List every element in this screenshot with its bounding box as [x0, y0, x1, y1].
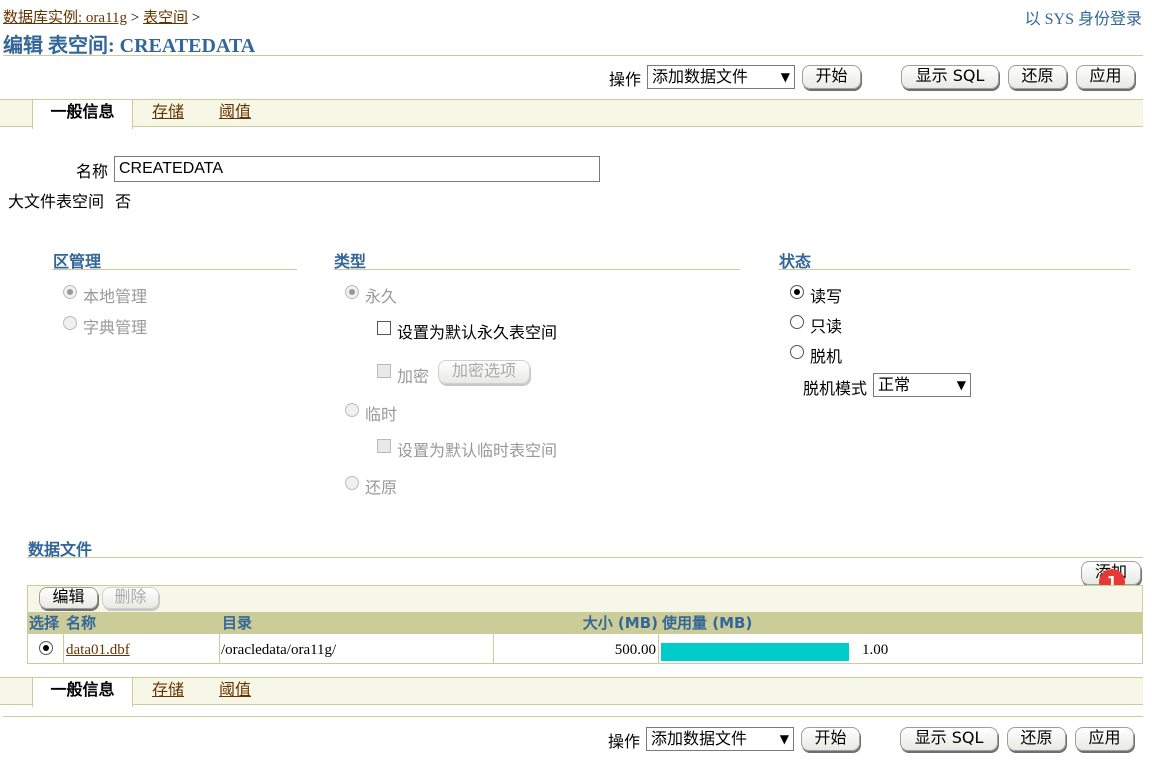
default-permanent-checkbox[interactable]	[377, 321, 391, 335]
go-button[interactable]: 开始	[802, 65, 861, 89]
action-select-value: 添加数据文件	[652, 67, 749, 86]
datafile-name-link[interactable]: data01.dbf	[66, 642, 130, 659]
encrypt-options-button[interactable]: 加密选项	[438, 360, 530, 384]
col-directory-header: 目录	[222, 614, 253, 632]
row-select-radio[interactable]	[39, 641, 53, 655]
datafile-usage: 1.00	[862, 642, 889, 658]
breadcrumb-separator: >	[130, 10, 140, 26]
encrypt-checkbox[interactable]	[377, 364, 391, 378]
login-info: 以 SYS 身份登录	[1024, 11, 1142, 28]
offline-mode-label: 脱机模式	[803, 379, 868, 398]
action-label: 操作	[609, 70, 642, 89]
action-label: 操作	[608, 732, 641, 751]
default-permanent-label: 设置为默认永久表空间	[397, 323, 558, 342]
col-select-header: 选择	[29, 614, 60, 632]
type-temporary-label: 临时	[365, 405, 398, 424]
type-undo-label: 还原	[365, 478, 398, 497]
page-title: 编辑 表空间: CREATEDATA	[3, 35, 256, 57]
type-permanent-radio[interactable]	[345, 285, 359, 299]
extent-dictionary-radio[interactable]	[63, 316, 77, 330]
show-sql-button[interactable]: 显示 SQL	[900, 727, 998, 751]
tab-general[interactable]: 一般信息	[32, 100, 133, 129]
offline-mode-select[interactable]: 正常 ▼	[873, 373, 971, 397]
type-divider	[334, 269, 740, 270]
chevron-down-icon: ▼	[780, 70, 790, 84]
tab-storage[interactable]: 存储	[152, 678, 184, 706]
breadcrumb-tablespaces-link[interactable]: 表空间	[143, 10, 188, 26]
apply-button[interactable]: 应用	[1075, 727, 1134, 751]
breadcrumb-separator: >	[191, 10, 201, 26]
col-usage-header: 使用量 (MB)	[662, 614, 753, 632]
show-sql-button[interactable]: 显示 SQL	[901, 65, 999, 89]
status-divider	[778, 269, 1130, 270]
revert-button[interactable]: 还原	[1007, 727, 1066, 751]
action-select-value: 添加数据文件	[651, 729, 748, 748]
bigfile-value: 否	[115, 192, 132, 211]
offline-mode-value: 正常	[878, 375, 911, 394]
extent-divider	[52, 269, 297, 270]
type-temporary-radio[interactable]	[345, 403, 359, 417]
tab-thresholds[interactable]: 阈值	[219, 100, 251, 128]
breadcrumb: 数据库实例: ora11g > 表空间 >	[3, 6, 200, 27]
action-select[interactable]: 添加数据文件 ▼	[647, 65, 795, 89]
status-read-write-radio[interactable]	[790, 285, 804, 299]
datafile-size: 500.00	[614, 642, 656, 658]
name-label: 名称	[76, 162, 109, 181]
extent-local-label: 本地管理	[83, 287, 148, 306]
name-input[interactable]	[114, 156, 600, 182]
bigfile-label: 大文件表空间	[8, 192, 105, 211]
datafiles-divider	[27, 557, 1143, 558]
delete-datafile-button[interactable]: 删除	[102, 587, 159, 609]
extent-local-radio[interactable]	[63, 285, 77, 299]
usage-bar-track	[661, 643, 849, 661]
status-offline-radio[interactable]	[790, 345, 804, 359]
tab-thresholds[interactable]: 阈值	[219, 678, 251, 706]
go-button[interactable]: 开始	[801, 727, 860, 751]
type-undo-radio[interactable]	[345, 476, 359, 490]
status-read-only-radio[interactable]	[790, 315, 804, 329]
revert-button[interactable]: 还原	[1008, 65, 1067, 89]
tab-bar-top: 一般信息 存储 阈值	[0, 99, 1143, 129]
chevron-down-icon: ▼	[956, 378, 966, 392]
tab-bar-bottom: 一般信息 存储 阈值	[0, 677, 1143, 707]
type-permanent-label: 永久	[365, 287, 398, 306]
apply-button[interactable]: 应用	[1076, 65, 1135, 89]
datafile-directory: /oracledata/ora11g/	[221, 642, 337, 658]
tab-general[interactable]: 一般信息	[32, 678, 133, 707]
chevron-down-icon: ▼	[779, 732, 789, 746]
title-divider	[3, 55, 1143, 56]
usage-bar-fill	[661, 643, 849, 661]
extent-dictionary-label: 字典管理	[83, 318, 148, 337]
status-read-write-label: 读写	[810, 287, 843, 306]
tab-storage[interactable]: 存储	[152, 100, 184, 128]
status-offline-label: 脱机	[810, 347, 843, 366]
breadcrumb-instance-link[interactable]: 数据库实例: ora11g	[3, 10, 127, 26]
bottom-divider	[3, 716, 1143, 717]
default-temporary-label: 设置为默认临时表空间	[397, 441, 558, 460]
status-read-only-label: 只读	[810, 317, 843, 336]
edit-datafile-button[interactable]: 编辑	[39, 587, 98, 609]
encrypt-label: 加密	[397, 367, 430, 386]
col-size-header: 大小 (MB)	[582, 614, 658, 632]
col-name-header: 名称	[66, 614, 97, 632]
default-temporary-checkbox[interactable]	[377, 439, 391, 453]
action-select[interactable]: 添加数据文件 ▼	[646, 727, 794, 751]
